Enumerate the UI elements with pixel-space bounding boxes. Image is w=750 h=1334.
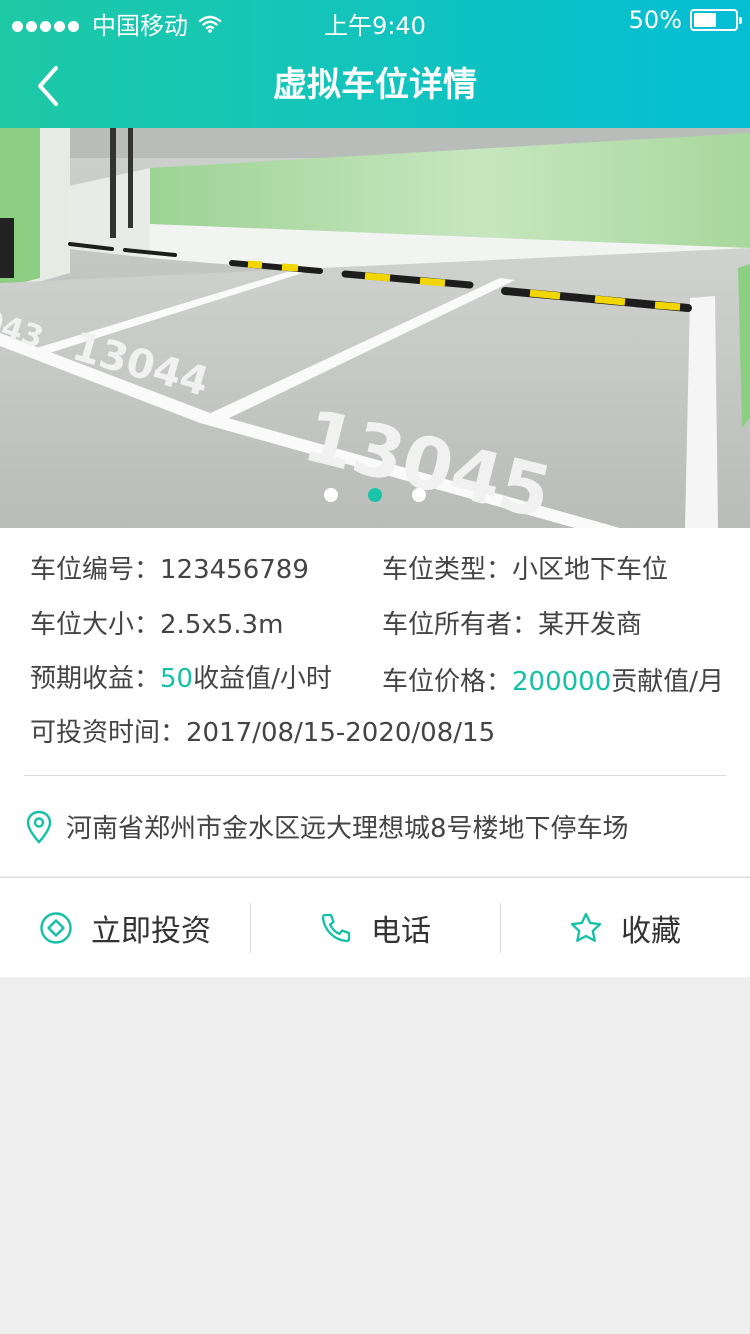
space-owner-value: 某开发商 bbox=[538, 610, 643, 640]
phone-label: 电话 bbox=[371, 913, 431, 949]
invest-period-label: 可投资时间： bbox=[30, 718, 187, 748]
battery-icon bbox=[690, 9, 742, 31]
favorite-label: 收藏 bbox=[621, 913, 681, 949]
phone-icon bbox=[321, 913, 351, 942]
space-size-label: 车位大小： bbox=[30, 610, 161, 640]
star-icon bbox=[570, 912, 602, 942]
expected-income-row: 预期收益：50收益值/小时 bbox=[30, 661, 332, 697]
space-size-value: 2.5x5.3m bbox=[160, 610, 284, 640]
invest-icon bbox=[40, 911, 72, 944]
page-title: 虚拟车位详情 bbox=[273, 65, 477, 105]
space-size-row: 车位大小：2.5x5.3m bbox=[30, 607, 283, 643]
invest-now-button[interactable]: 立即投资 bbox=[0, 878, 250, 977]
expected-income-unit: 收益值/小时 bbox=[193, 664, 332, 694]
carousel-indicators bbox=[0, 488, 750, 502]
invest-now-label: 立即投资 bbox=[91, 913, 211, 949]
space-price-value: 200000 bbox=[512, 667, 612, 697]
space-owner-label: 车位所有者： bbox=[382, 610, 539, 640]
favorite-button[interactable]: 收藏 bbox=[500, 878, 750, 977]
space-price-unit: 贡献值/月 bbox=[611, 667, 725, 697]
address-row[interactable]: 河南省郑州市金水区远大理想城8号楼地下停车场 bbox=[26, 808, 629, 845]
battery-percent: 50% bbox=[628, 6, 682, 34]
address-text: 河南省郑州市金水区远大理想城8号楼地下停车场 bbox=[66, 814, 629, 844]
space-owner-row: 车位所有者：某开发商 bbox=[382, 607, 642, 643]
action-bar: 立即投资 电话 收藏 bbox=[0, 877, 750, 977]
space-type-value: 小区地下车位 bbox=[512, 555, 669, 585]
space-number-label: 车位编号： bbox=[30, 555, 161, 585]
space-number-row: 车位编号：123456789 bbox=[30, 552, 309, 588]
app-header: 中国移动 上午9:40 50% 虚拟车位详情 bbox=[0, 0, 750, 128]
invest-period-row: 可投资时间：2017/08/15-2020/08/15 bbox=[30, 715, 495, 751]
carousel-dot[interactable] bbox=[324, 488, 338, 502]
parking-details-panel: 车位编号：123456789 车位类型：小区地下车位 车位大小：2.5x5.3m… bbox=[0, 528, 750, 876]
location-pin-icon bbox=[26, 810, 52, 844]
space-type-label: 车位类型： bbox=[382, 555, 513, 585]
parking-garage-image: 13045 13044 13043 bbox=[0, 128, 750, 528]
space-price-row: 车位价格：200000贡献值/月 bbox=[382, 664, 724, 700]
expected-income-label: 预期收益： bbox=[30, 664, 161, 694]
space-type-row: 车位类型：小区地下车位 bbox=[382, 552, 668, 588]
details-divider bbox=[24, 775, 726, 776]
status-right: 50% bbox=[628, 6, 742, 34]
status-bar: 中国移动 上午9:40 50% bbox=[0, 0, 750, 40]
carousel-dot[interactable] bbox=[412, 488, 426, 502]
expected-income-value: 50 bbox=[160, 664, 194, 694]
space-number-value: 123456789 bbox=[160, 555, 309, 585]
carousel-dot-active[interactable] bbox=[368, 488, 382, 502]
parking-photo-carousel[interactable]: 13045 13044 13043 bbox=[0, 128, 750, 528]
invest-period-value: 2017/08/15-2020/08/15 bbox=[186, 718, 496, 748]
phone-button[interactable]: 电话 bbox=[250, 878, 500, 977]
space-price-label: 车位价格： bbox=[382, 667, 513, 697]
